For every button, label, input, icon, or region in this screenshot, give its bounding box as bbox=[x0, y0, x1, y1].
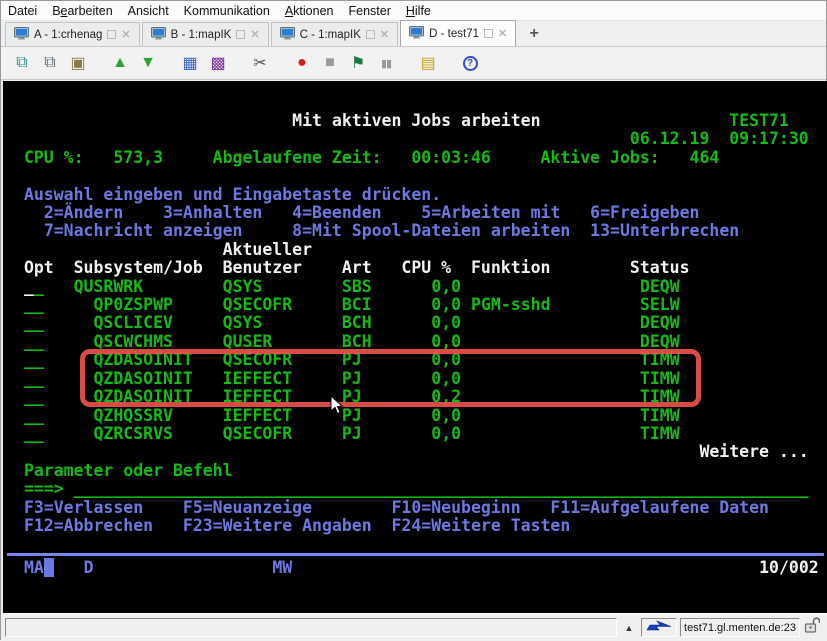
unlocked-padlock-icon bbox=[804, 617, 820, 639]
paste-icon[interactable]: ▣ bbox=[65, 51, 91, 75]
pause-macro-icon[interactable]: ▮▮ bbox=[373, 51, 399, 75]
session-tab-label: B - 1:mapIK bbox=[171, 29, 232, 41]
menu-item-fenster[interactable]: Fenster bbox=[348, 4, 390, 18]
copy-icon[interactable]: ⧉ bbox=[37, 51, 63, 75]
notepad-icon[interactable]: ▤ bbox=[415, 51, 441, 75]
help-icon[interactable]: ? bbox=[457, 51, 483, 75]
menu-item-hilfe[interactable]: Hilfe bbox=[406, 4, 431, 18]
upload-icon[interactable]: ▲ bbox=[107, 51, 133, 75]
play-macro-icon[interactable]: ⚑ bbox=[345, 51, 371, 75]
session-monitor-icon bbox=[151, 27, 166, 43]
session-tab-a-1-crhenag[interactable]: A - 1:crhenag ✕ bbox=[5, 22, 140, 46]
oia-status-row: MA D MW 10/002 bbox=[14, 559, 819, 577]
tab-close-icon[interactable]: ✕ bbox=[121, 28, 130, 41]
terminal-screen[interactable]: Mit aktiven Jobs arbeiten TEST71 06.12.1… bbox=[1, 81, 827, 613]
menu-item-aktionen[interactable]: Aktionen bbox=[285, 4, 334, 18]
tab-restore-icon[interactable] bbox=[107, 30, 116, 39]
session-monitor-icon bbox=[14, 27, 29, 43]
menu-item-datei[interactable]: Datei bbox=[8, 4, 37, 18]
color-mapping-icon[interactable]: ▩ bbox=[205, 51, 231, 75]
mouse-cursor-icon bbox=[330, 395, 343, 420]
security-indicator bbox=[804, 617, 820, 639]
keyboard-remap-icon[interactable]: ✂ bbox=[247, 51, 273, 75]
scroll-up-icon: ▲ bbox=[625, 623, 634, 633]
host-address: test71.gl.menten.de:23 bbox=[680, 618, 800, 637]
status-bar: ▲ test71.gl.menten.de:23 bbox=[1, 613, 827, 641]
download-icon[interactable]: ▼ bbox=[135, 51, 161, 75]
record-macro-icon[interactable]: ● bbox=[289, 51, 315, 75]
new-session-tab-button[interactable]: + bbox=[521, 23, 547, 45]
menu-bar: Datei Bearbeiten Ansicht Kommunikation Aktio… bbox=[1, 1, 826, 21]
session-tab-c-1-mapik[interactable]: C - 1:mapIK ✕ bbox=[271, 22, 399, 46]
capture-screen-icon[interactable]: ⧉ bbox=[9, 51, 35, 75]
session-tab-label: A - 1:crhenag bbox=[34, 29, 102, 41]
session-tab-bar: A - 1:crhenag✕B - 1:mapIK✕C - 1:mapIK✕D … bbox=[1, 21, 826, 47]
tab-close-icon[interactable]: ✕ bbox=[250, 28, 259, 41]
terminal-text: Mit aktiven Jobs arbeiten TEST71 06.12.1… bbox=[14, 112, 809, 535]
tab-close-icon[interactable]: ✕ bbox=[380, 28, 389, 41]
menu-item-ansicht[interactable]: Ansicht bbox=[128, 4, 169, 18]
status-message-panel bbox=[5, 618, 617, 637]
connection-status-panel bbox=[641, 618, 677, 637]
tab-restore-icon[interactable] bbox=[366, 30, 375, 39]
connection-lightning-icon bbox=[646, 619, 672, 637]
session-tab-d-test71[interactable]: D - test71 ✕ bbox=[400, 20, 516, 46]
tab-restore-icon[interactable] bbox=[236, 30, 245, 39]
session-tab-b-1-mapik[interactable]: B - 1:mapIK ✕ bbox=[142, 22, 269, 46]
session-tab-label: D - test71 bbox=[429, 28, 479, 40]
status-scroll-up-button[interactable]: ▲ bbox=[620, 619, 638, 637]
oia-separator bbox=[7, 553, 824, 556]
display-settings-icon[interactable]: ▦ bbox=[177, 51, 203, 75]
toolbar: ⧉⧉▣▲▼▦▩✂●■⚑▮▮▤? bbox=[1, 47, 826, 80]
session-monitor-icon bbox=[280, 27, 295, 43]
tab-restore-icon[interactable] bbox=[484, 29, 493, 38]
menu-item-bearbeiten[interactable]: Bearbeiten bbox=[52, 4, 112, 18]
stop-macro-icon[interactable]: ■ bbox=[317, 51, 343, 75]
tab-close-icon[interactable]: ✕ bbox=[498, 27, 507, 40]
session-tab-label: C - 1:mapIK bbox=[300, 29, 361, 41]
session-monitor-icon bbox=[409, 26, 424, 42]
menu-item-kommunikation[interactable]: Kommunikation bbox=[184, 4, 270, 18]
